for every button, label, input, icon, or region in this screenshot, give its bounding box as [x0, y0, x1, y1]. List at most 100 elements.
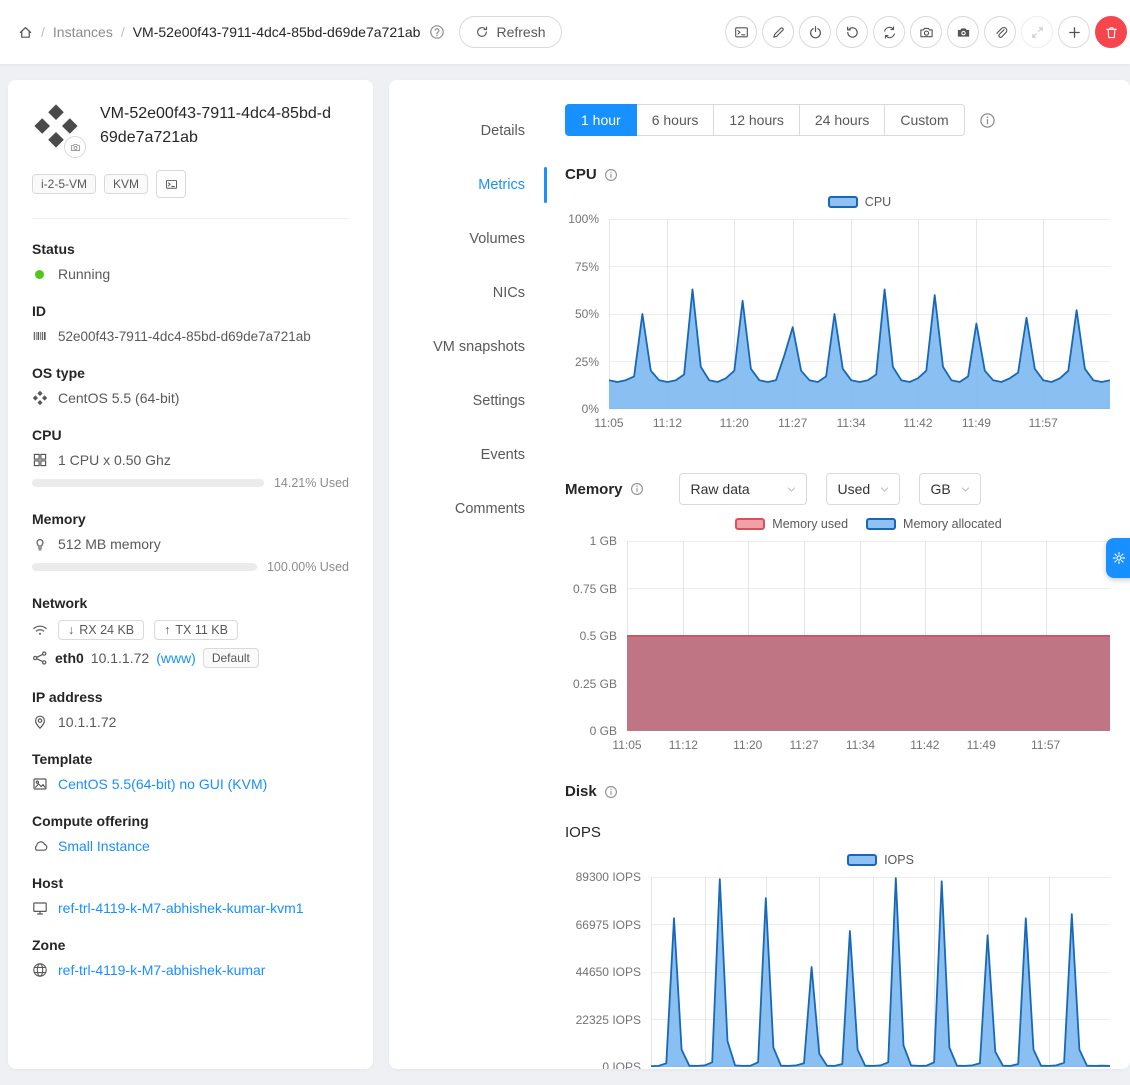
range-24-hours[interactable]: 24 hours — [799, 104, 885, 136]
memory-chart-title: Memory — [565, 481, 623, 498]
legend-item[interactable]: IOPS — [847, 853, 914, 867]
memory-type-select[interactable]: Used — [826, 473, 900, 505]
zone-icon — [32, 962, 48, 978]
x-axis-label: 11:12 — [669, 738, 698, 752]
status-value: Running — [58, 266, 110, 282]
tab-volumes[interactable]: Volumes — [389, 212, 549, 266]
legend-item[interactable]: Memory used — [735, 517, 848, 531]
disk-chart-title: Disk — [565, 783, 597, 800]
legend-label: Memory used — [772, 517, 848, 531]
os-type-value: CentOS 5.5 (64-bit) — [58, 390, 179, 406]
y-axis-label: 66975 IOPS — [576, 918, 641, 932]
instance-name-tag: i-2-5-VM — [32, 174, 96, 194]
refresh-button[interactable]: Refresh — [459, 16, 561, 48]
recurring-snapshot-icon — [956, 25, 971, 40]
x-axis-label: 11:05 — [594, 416, 623, 430]
memory-data-select[interactable]: Raw data — [679, 473, 807, 505]
console-button[interactable] — [725, 16, 757, 48]
migrate-button — [1021, 16, 1053, 48]
y-axis-label: 1 GB — [590, 534, 617, 548]
cpu-chart: 100%75%50%25%0% 11:0511:1211:2011:2711:3… — [565, 219, 1110, 433]
camera-snapshot-icon — [919, 25, 934, 40]
tx-button[interactable]: ↑ TX 11 KB — [154, 620, 238, 640]
home-icon[interactable] — [18, 25, 33, 40]
y-axis-label: 0.25 GB — [573, 677, 617, 691]
reboot-button[interactable] — [836, 16, 868, 48]
disk-x-axis: 11:0511:1211:2011:2711:3411:4211:4911:57 — [651, 1067, 1110, 1069]
tab-vm-snapshots[interactable]: VM snapshots — [389, 320, 549, 374]
top-bar: / Instances / VM-52e00f43-7911-4dc4-85bd… — [0, 0, 1130, 64]
x-axis-label: 11:27 — [778, 416, 807, 430]
id-value: 52e00f43-7911-4dc4-85bd-d69de7a721ab — [58, 329, 311, 344]
legend-swatch — [847, 854, 877, 866]
nic-ip: 10.1.1.72 — [91, 650, 149, 666]
barcode-icon — [32, 328, 48, 344]
range-6-hours[interactable]: 6 hours — [636, 104, 715, 136]
section-status: Status Running — [32, 241, 349, 282]
settings-float-button[interactable] — [1106, 538, 1130, 578]
tab-events[interactable]: Events — [389, 428, 549, 482]
tab-details[interactable]: Details — [389, 104, 549, 158]
scale-button[interactable] — [1058, 16, 1090, 48]
host-link[interactable]: ref-trl-4119-k-M7-abhishek-kumar-kvm1 — [58, 900, 304, 916]
cpu-info-icon[interactable] — [604, 168, 618, 182]
y-axis-label: 100% — [568, 212, 599, 226]
legend-item[interactable]: Memory allocated — [866, 517, 1002, 531]
x-axis-label: 11:27 — [790, 738, 819, 752]
memory-label: Memory — [32, 511, 349, 527]
up-arrow-icon: ↑ — [164, 623, 170, 637]
attach-iso-button[interactable] — [984, 16, 1016, 48]
disk-info-icon[interactable] — [604, 785, 618, 799]
offering-label: Compute offering — [32, 813, 349, 829]
console-tag-button[interactable] — [156, 170, 186, 198]
section-template: Template CentOS 5.5(64-bit) no GUI (KVM) — [32, 751, 349, 792]
stop-button[interactable] — [799, 16, 831, 48]
cpu-usage: 14.21% Used — [32, 476, 349, 490]
cpu-chart-title: CPU — [565, 166, 597, 183]
take-snapshot-button[interactable] — [910, 16, 942, 48]
tab-settings[interactable]: Settings — [389, 374, 549, 428]
breadcrumb-instances[interactable]: Instances — [53, 24, 113, 40]
offering-link[interactable]: Small Instance — [58, 838, 150, 854]
gear-icon — [1112, 549, 1126, 567]
y-axis-label: 0 GB — [590, 724, 617, 738]
edit-button[interactable] — [762, 16, 794, 48]
section-host: Host ref-trl-4119-k-M7-abhishek-kumar-kv… — [32, 875, 349, 916]
tab-metrics[interactable]: Metrics — [389, 158, 549, 212]
template-link[interactable]: CentOS 5.5(64-bit) no GUI (KVM) — [58, 776, 267, 792]
migrate-icon — [1030, 25, 1045, 40]
metrics-info-icon[interactable] — [979, 112, 996, 129]
destroy-button[interactable] — [1095, 16, 1127, 48]
range-1-hour[interactable]: 1 hour — [565, 104, 637, 136]
change-icon-button[interactable] — [64, 136, 86, 158]
tab-comments[interactable]: Comments — [389, 482, 549, 536]
reboot-icon — [845, 25, 860, 40]
section-memory: Memory 512 MB memory 100.00% Used — [32, 511, 349, 574]
section-id: ID 52e00f43-7911-4dc4-85bd-d69de7a721ab — [32, 303, 349, 344]
range-custom[interactable]: Custom — [884, 104, 964, 136]
nic-icon — [32, 650, 48, 666]
range-12-hours[interactable]: 12 hours — [713, 104, 799, 136]
disk-chart-canvas — [651, 877, 1110, 1067]
rx-value: RX 24 KB — [79, 623, 134, 637]
instance-info-card: VM-52e00f43-7911-4dc4-85bd-d69de7a721ab … — [8, 80, 373, 1069]
memory-info-icon[interactable] — [630, 482, 644, 496]
plus-icon — [1067, 25, 1082, 40]
refresh-label: Refresh — [496, 24, 545, 40]
help-icon[interactable] — [429, 24, 445, 40]
down-arrow-icon: ↓ — [68, 623, 74, 637]
y-axis-label: 25% — [575, 355, 599, 369]
x-axis-label: 11:57 — [1031, 738, 1060, 752]
legend-item[interactable]: CPU — [828, 195, 891, 209]
zone-link[interactable]: ref-trl-4119-k-M7-abhishek-kumar — [58, 962, 265, 978]
nic-network-link[interactable]: (www) — [156, 650, 196, 666]
tab-nics[interactable]: NICs — [389, 266, 549, 320]
reinstall-button[interactable] — [873, 16, 905, 48]
memory-unit-select[interactable]: GB — [919, 473, 981, 505]
recurring-snapshot-button[interactable] — [947, 16, 979, 48]
memory-chart: 1 GB0.75 GB0.5 GB0.25 GB0 GB 11:0511:121… — [565, 541, 1110, 755]
rx-button[interactable]: ↓ RX 24 KB — [58, 620, 144, 640]
tx-value: TX 11 KB — [175, 623, 228, 637]
legend-label: IOPS — [884, 853, 914, 867]
y-axis-label: 0.75 GB — [573, 582, 617, 596]
